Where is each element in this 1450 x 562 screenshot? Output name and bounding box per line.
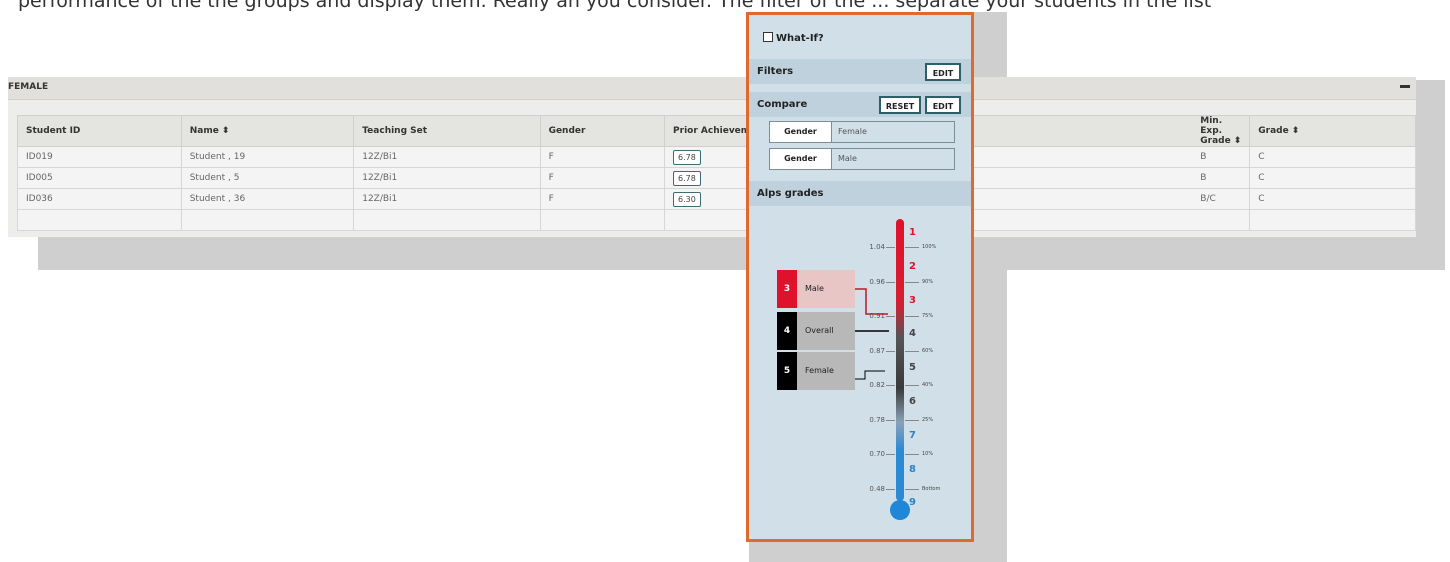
min-exp-grade-cell: B: [959, 146, 1251, 168]
alps-grade-9: 9: [909, 497, 916, 509]
thermometer-tube: [896, 219, 904, 501]
alps-tick-right: [905, 316, 919, 317]
alps-percentile-label: 10%: [922, 451, 934, 457]
alps-tick-right: [905, 419, 919, 421]
male-connector-line: [855, 288, 888, 315]
alps-percentile-label: 25%: [922, 416, 934, 423]
column-header[interactable]: Min. Exp. Grade ⬍: [959, 115, 1251, 147]
gray-backdrop-band: [38, 236, 1445, 270]
alps-tick-left: [886, 350, 895, 352]
panel-header[interactable]: FEMALE: [8, 77, 1416, 100]
table-row: ID019 Student , 19 12Z/Bi1 F 6.78 B C: [17, 146, 1416, 168]
collapse-minus-icon[interactable]: [1400, 85, 1410, 88]
thermometer-bulb: [890, 500, 910, 520]
alps-percentile-label: 90%: [922, 278, 934, 285]
alps-grade-6: 6: [909, 396, 916, 407]
alps-tick-right: [905, 350, 919, 352]
alps-percentile-label: Bottom: [922, 485, 941, 492]
alps-tick-left: [886, 488, 895, 490]
grade-cell: C: [1249, 188, 1416, 210]
table-row-partial: [17, 209, 1416, 231]
table-row: ID036 Student , 36 12Z/Bi1 F 6.30 B/C C: [17, 188, 1416, 210]
alps-value-label: 0.78: [869, 415, 885, 424]
student-name-link[interactable]: Student , 36: [180, 188, 355, 210]
alps-tick-right: [905, 454, 919, 455]
alps-value-label: 0.70: [869, 450, 885, 458]
panel-title: FEMALE: [8, 82, 49, 92]
grade-cell: C: [1249, 167, 1416, 189]
alps-grade-3: 3: [909, 294, 916, 306]
table-header-row: Student ID Name ⬍ Teaching Set Gender Pri…: [17, 115, 1416, 147]
alps-tick-right: [905, 281, 919, 283]
label-overall-text: Overall: [797, 312, 855, 350]
gender-cell: F: [539, 146, 666, 168]
alps-grade-7: 7: [909, 429, 916, 441]
student-id-cell: ID005: [17, 167, 182, 189]
alps-tick-right: [905, 385, 919, 386]
table-row: ID005 Student , 5 12Z/Bi1 F 6.78 B C: [17, 167, 1416, 189]
sort-icon[interactable]: ⬍: [222, 126, 230, 136]
alps-side-panel: What-If? Filters EDIT Compare RESET EDIT…: [746, 12, 974, 542]
students-table: Student ID Name ⬍ Teaching Set Gender Pri…: [17, 115, 1416, 231]
min-exp-grade-cell: B: [959, 167, 1251, 189]
alps-percentile-label: 40%: [922, 382, 934, 388]
alps-tick-left: [886, 281, 895, 283]
alps-tick-left: [886, 419, 895, 421]
teaching-set-cell: 12Z/Bi1: [353, 146, 541, 168]
alps-grade-8: 8: [909, 463, 916, 475]
label-male-grade: 3: [777, 270, 797, 308]
student-group-panel: FEMALE Student ID Name ⬍ Teaching Set Gen…: [8, 77, 1416, 237]
top-description-text: performance of the the groups and displa…: [18, 0, 1212, 12]
min-exp-grade-cell: B/C: [959, 188, 1251, 210]
label-overall: 4 Overall: [777, 312, 855, 350]
alps-percentile-label: 75%: [922, 313, 934, 319]
alps-thermometer: 1 2 3 4 5 6 7 8 9 1.04 100% 0.96 90% 0.91 75% 0.87 60% 0.…: [749, 15, 971, 539]
student-id-cell: ID036: [17, 188, 182, 210]
gender-cell: F: [539, 188, 666, 210]
grade-cell: C: [1249, 146, 1416, 168]
alps-tick-left: [886, 385, 895, 386]
alps-percentile-label: 60%: [922, 347, 934, 354]
alps-tick-right: [905, 247, 919, 248]
label-overall-grade: 4: [777, 312, 797, 350]
label-female: 5 Female: [777, 352, 855, 390]
alps-value-label: 1.04: [869, 243, 885, 251]
alps-grade-2: 2: [909, 260, 916, 272]
column-header: Teaching Set: [353, 115, 541, 147]
column-header: Student ID: [17, 115, 182, 147]
alps-grade-1: 1: [909, 227, 916, 238]
alps-tick-left: [886, 454, 895, 455]
prior-achievement-button[interactable]: 6.30: [673, 191, 701, 207]
column-header[interactable]: Grade ⬍: [1249, 115, 1416, 147]
alps-value-label: 0.48: [869, 484, 885, 493]
prior-achievement-button[interactable]: 6.78: [673, 170, 701, 186]
sort-icon[interactable]: ⬍: [1292, 126, 1300, 136]
student-id-cell: ID019: [17, 146, 182, 168]
label-male-text: Male: [797, 270, 855, 308]
female-connector-line: [855, 370, 885, 380]
column-header[interactable]: Name ⬍: [180, 115, 355, 147]
student-name-link[interactable]: Student , 5: [180, 167, 355, 189]
column-header: Gender: [539, 115, 666, 147]
teaching-set-cell: 12Z/Bi1: [353, 188, 541, 210]
alps-grade-4: 4: [909, 328, 916, 340]
teaching-set-cell: 12Z/Bi1: [353, 167, 541, 189]
student-name-link[interactable]: Student , 19: [180, 146, 355, 168]
gender-cell: F: [539, 167, 666, 189]
alps-tick-left: [886, 316, 895, 317]
label-female-text: Female: [797, 352, 855, 390]
prior-achievement-button[interactable]: 6.78: [673, 149, 701, 165]
alps-tick-right: [905, 488, 919, 490]
alps-grade-5: 5: [909, 362, 916, 374]
label-female-grade: 5: [777, 352, 797, 390]
sort-icon[interactable]: ⬍: [1234, 136, 1242, 146]
alps-percentile-label: 100%: [922, 244, 937, 250]
alps-tick-left: [886, 247, 895, 248]
label-male: 3 Male: [777, 270, 855, 308]
